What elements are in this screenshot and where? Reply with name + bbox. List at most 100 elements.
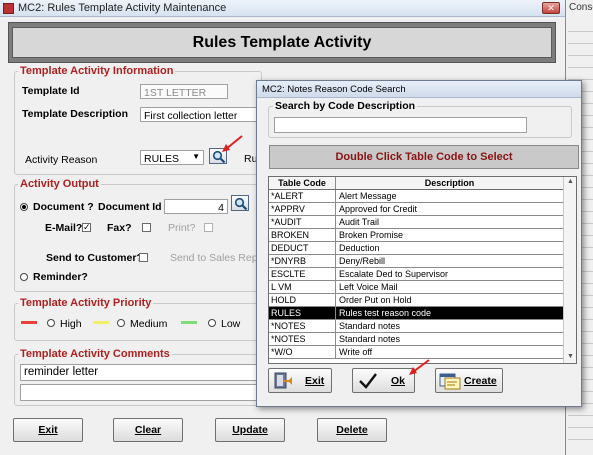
fax-checkbox[interactable] <box>142 223 151 232</box>
instruction-banner: Double Click Table Code to Select <box>269 145 579 169</box>
table-row[interactable]: HOLD Order Put on Hold <box>269 294 563 307</box>
table-code-cell: *NOTES <box>269 333 336 345</box>
exit-button-label: Exit <box>38 424 58 436</box>
table-row[interactable]: *NOTES Standard notes <box>269 320 563 333</box>
scroll-up-icon[interactable]: ▲ <box>567 178 574 185</box>
red-arrow-annotation-ok <box>409 359 430 375</box>
print-checkbox[interactable] <box>204 223 213 232</box>
priority-group-legend: Template Activity Priority <box>18 297 154 309</box>
reminder-label: Reminder? <box>33 271 88 283</box>
update-button[interactable]: Update <box>215 418 285 442</box>
low-priority-label: Low <box>221 318 241 330</box>
medium-priority-radio[interactable] <box>117 319 125 327</box>
search-document-button[interactable] <box>231 195 249 211</box>
high-priority-label: High <box>60 318 82 330</box>
print-label: Print? <box>168 222 196 234</box>
table-row-selected[interactable]: RULES Rules test reason code <box>269 307 563 320</box>
exit-door-icon <box>274 372 292 389</box>
high-priority-color-bar <box>21 321 37 324</box>
dialog-create-label: Create <box>464 375 497 387</box>
table-row[interactable]: *ALERT Alert Message <box>269 190 563 203</box>
page-title: Rules Template Activity <box>12 27 552 58</box>
create-form-icon <box>439 373 461 390</box>
template-description-label: Template Description <box>22 108 128 120</box>
table-code-cell: *APPRV <box>269 203 336 215</box>
medium-priority-color-bar <box>93 321 109 324</box>
send-customer-label: Send to Customer? <box>46 252 143 264</box>
exit-button[interactable]: Exit <box>13 418 83 442</box>
column-header-description[interactable]: Description <box>336 177 563 189</box>
dialog-ok-label: Ok <box>391 375 406 387</box>
description-cell: Broken Promise <box>339 230 404 240</box>
medium-priority-label: Medium <box>130 318 168 330</box>
table-code-cell: *NOTES <box>269 320 336 332</box>
reminder-radio[interactable] <box>20 273 28 281</box>
table-scrollbar[interactable]: ▲ ▼ <box>563 177 576 363</box>
document-label: Document ? <box>33 201 94 213</box>
close-icon[interactable]: ✕ <box>542 2 560 14</box>
main-window-title: MC2: Rules Template Activity Maintenance <box>18 2 227 14</box>
column-header-table-code[interactable]: Table Code <box>269 177 336 189</box>
description-cell: Audit Trail <box>339 217 380 227</box>
description-cell: Rules test reason code <box>339 308 432 318</box>
reason-code-table: Table Code Description *ALERT Alert Messa… <box>268 176 577 364</box>
description-cell: Left Voice Mail <box>339 282 398 292</box>
description-cell: Approved for Credit <box>339 204 418 214</box>
comment-line-1[interactable]: reminder letter <box>20 364 262 381</box>
table-header: Table Code Description <box>269 177 563 190</box>
description-cell: Deny/Rebill <box>339 256 386 266</box>
table-code-cell: RULES <box>269 307 336 319</box>
dialog-title: MC2: Notes Reason Code Search <box>257 81 581 98</box>
table-row[interactable]: *AUDIT Audit Trail <box>269 216 563 229</box>
table-row[interactable]: *DNYRB Deny/Rebill <box>269 255 563 268</box>
search-label: Search by Code Description <box>273 100 418 112</box>
table-code-cell: L VM <box>269 281 336 293</box>
description-cell: Deduction <box>339 243 380 253</box>
activity-reason-value: RULES <box>144 153 180 165</box>
template-description-field[interactable]: First collection letter <box>140 107 260 122</box>
dialog-exit-button[interactable]: Exit <box>268 368 332 393</box>
table-row[interactable]: DEDUCT Deduction <box>269 242 563 255</box>
activity-reason-select[interactable]: RULES ▼ <box>140 150 204 165</box>
red-arrow-annotation-reason <box>222 135 243 152</box>
email-checkbox[interactable]: ✓ <box>82 223 91 232</box>
table-code-cell: BROKEN <box>269 229 336 241</box>
fax-label: Fax? <box>107 222 132 234</box>
chevron-down-icon[interactable]: ▼ <box>192 152 200 161</box>
comment-line-2[interactable] <box>20 384 262 401</box>
template-id-field[interactable]: 1ST LETTER <box>140 84 228 99</box>
document-id-field[interactable]: 4 <box>164 199 228 214</box>
dialog-create-button[interactable]: Create <box>435 368 503 393</box>
send-sales-rep-label: Send to Sales Rep? <box>170 252 264 264</box>
reason-code-search-dialog: MC2: Notes Reason Code Search Search by … <box>256 80 582 407</box>
table-row[interactable]: BROKEN Broken Promise <box>269 229 563 242</box>
description-cell: Alert Message <box>339 191 397 201</box>
delete-button[interactable]: Delete <box>317 418 387 442</box>
activity-reason-label: Activity Reason <box>25 154 98 166</box>
email-label: E-Mail? <box>45 222 83 234</box>
app-icon <box>3 3 14 14</box>
table-row[interactable]: ESCLTE Escalate Ded to Supervisor <box>269 268 563 281</box>
dialog-exit-label: Exit <box>305 375 325 387</box>
document-id-value: 4 <box>218 202 224 214</box>
table-row[interactable]: L VM Left Voice Mail <box>269 281 563 294</box>
comments-group-legend: Template Activity Comments <box>18 348 172 360</box>
update-button-label: Update <box>232 424 268 436</box>
table-row[interactable]: *NOTES Standard notes <box>269 333 563 346</box>
template-id-label: Template Id <box>22 85 80 97</box>
low-priority-radio[interactable] <box>208 319 216 327</box>
low-priority-color-bar <box>181 321 197 324</box>
table-code-cell: ESCLTE <box>269 268 336 280</box>
document-radio[interactable] <box>20 203 28 211</box>
checkmark-icon <box>359 373 377 389</box>
search-input[interactable] <box>274 117 527 133</box>
table-row[interactable]: *APPRV Approved for Credit <box>269 203 563 216</box>
description-cell: Order Put on Hold <box>339 295 412 305</box>
send-customer-checkbox[interactable] <box>139 253 148 262</box>
high-priority-radio[interactable] <box>47 319 55 327</box>
description-cell: Escalate Ded to Supervisor <box>339 269 449 279</box>
scroll-down-icon[interactable]: ▼ <box>567 353 574 360</box>
clear-button[interactable]: Clear <box>113 418 183 442</box>
delete-button-label: Delete <box>336 424 368 436</box>
description-cell: Standard notes <box>339 334 401 344</box>
